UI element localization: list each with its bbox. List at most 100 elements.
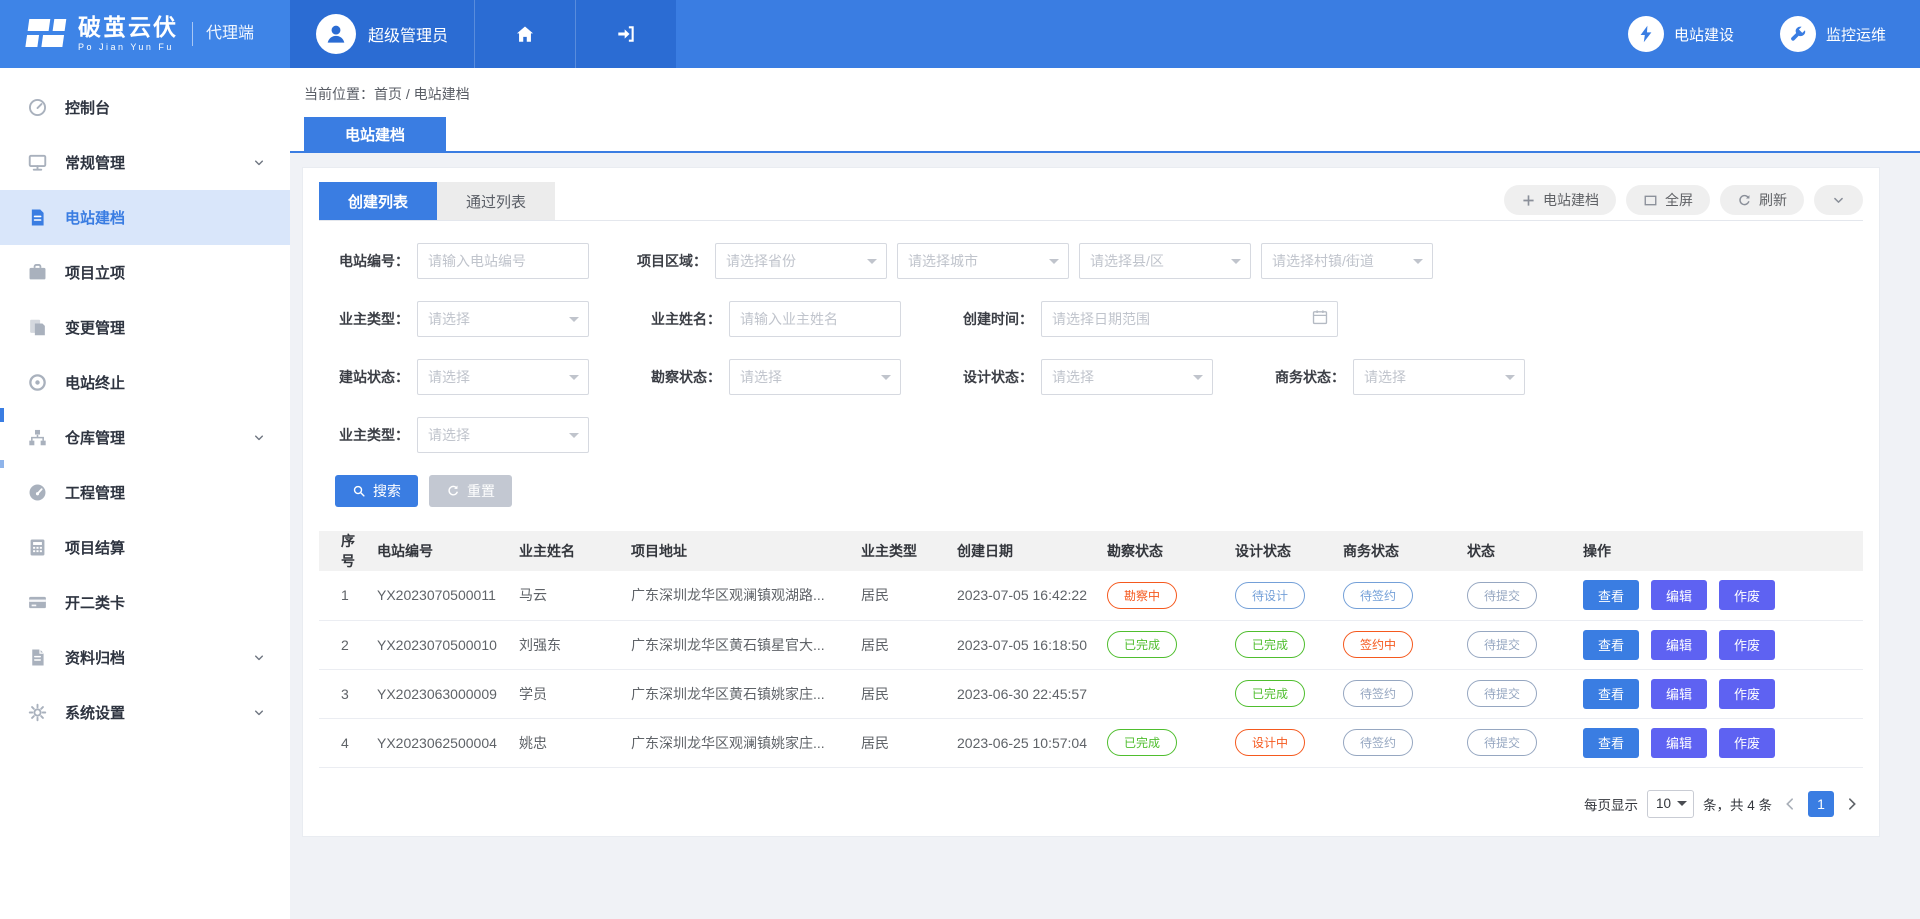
user-avatar-icon — [316, 14, 356, 54]
create-station-button[interactable]: 电站建档 — [1504, 185, 1616, 215]
per-page-select[interactable]: 10 — [1647, 790, 1694, 818]
nav-station-construction[interactable]: 电站建设 — [1628, 16, 1734, 52]
cell-address: 广东深圳龙华区观澜镇姚家庄... — [625, 718, 855, 767]
sidebar-item-data-archive[interactable]: 资料归档 — [0, 630, 290, 685]
prev-page-button[interactable] — [1781, 795, 1799, 813]
edit-button[interactable]: 编辑 — [1651, 679, 1707, 709]
view-button[interactable]: 查看 — [1583, 728, 1639, 758]
region-town-select[interactable]: 请选择村镇/街道 — [1261, 243, 1433, 279]
void-button[interactable]: 作废 — [1719, 580, 1775, 610]
sidebar-item-project-settlement[interactable]: 项目结算 — [0, 520, 290, 575]
column-header: 操作 — [1577, 531, 1863, 571]
region-county-select[interactable]: 请选择县/区 — [1079, 243, 1251, 279]
sidebar-item-engineering-management[interactable]: 工程管理 — [0, 465, 290, 520]
tab-create-list[interactable]: 创建列表 — [319, 182, 437, 220]
owner-type-select[interactable]: 请选择 — [417, 301, 589, 337]
wrench-icon — [1780, 16, 1816, 52]
view-button[interactable]: 查看 — [1583, 679, 1639, 709]
view-button[interactable]: 查看 — [1583, 580, 1639, 610]
target-icon — [27, 372, 48, 393]
sidebar-item-station-archive[interactable]: 电站建档 — [0, 190, 290, 245]
filter-row: 建站状态：请选择勘察状态：请选择设计状态：请选择商务状态：请选择 — [319, 359, 1863, 395]
owner-type-2-select[interactable]: 请选择 — [417, 417, 589, 453]
gear-icon — [27, 702, 48, 723]
view-button[interactable]: 查看 — [1583, 630, 1639, 660]
breadcrumb-home-link[interactable]: 首页 — [374, 86, 402, 102]
station-code-input[interactable] — [417, 243, 589, 279]
fullscreen-button[interactable]: 全屏 — [1626, 185, 1710, 215]
column-header: 业主姓名 — [513, 531, 625, 571]
logout-button[interactable] — [575, 0, 676, 68]
void-button[interactable]: 作废 — [1719, 630, 1775, 660]
page-tab-station-archive[interactable]: 电站建档 — [304, 117, 446, 151]
sidebar-item-change-management[interactable]: 变更管理 — [0, 300, 290, 355]
status-badge: 待签约 — [1343, 680, 1413, 707]
sidebar-item-project-initiation[interactable]: 项目立项 — [0, 245, 290, 300]
breadcrumb-current: 电站建档 — [414, 86, 470, 102]
void-button[interactable]: 作废 — [1719, 679, 1775, 709]
table-row: 1YX2023070500011马云广东深圳龙华区观澜镇观湖路...居民2023… — [319, 571, 1863, 620]
status-badge: 待签约 — [1343, 582, 1413, 609]
sidebar-item-console[interactable]: 控制台 — [0, 80, 290, 135]
region-city-select[interactable]: 请选择城市 — [897, 243, 1069, 279]
edit-button[interactable]: 编辑 — [1651, 728, 1707, 758]
sidebar-item-warehouse-management[interactable]: 仓库管理 — [0, 410, 290, 465]
edit-button[interactable]: 编辑 — [1651, 630, 1707, 660]
current-user[interactable]: 超级管理员 — [290, 0, 474, 68]
filter-row: 业主类型：请选择业主姓名：创建时间：请选择日期范围 — [319, 301, 1863, 337]
reset-button[interactable]: 重置 — [429, 475, 512, 507]
sidebar-item-second-class-card[interactable]: 开二类卡 — [0, 575, 290, 630]
filter-group-survey-status: 勘察状态：请选择 — [631, 359, 901, 395]
filter-label-region-province: 项目区域： — [617, 251, 707, 271]
cell-business-status: 待签约 — [1337, 571, 1461, 620]
cell-owner-type: 居民 — [855, 620, 951, 669]
filter-group-region-town: 请选择村镇/街道 — [1261, 243, 1433, 279]
collapse-button[interactable] — [1814, 185, 1863, 215]
build-status-select[interactable]: 请选择 — [417, 359, 589, 395]
cell-business-status: 签约中 — [1337, 620, 1461, 669]
cell-business-status: 待签约 — [1337, 669, 1461, 718]
cell-design-status: 设计中 — [1229, 718, 1337, 767]
survey-status-select[interactable]: 请选择 — [729, 359, 901, 395]
card-icon — [27, 592, 48, 613]
monitor-icon — [27, 152, 48, 173]
cell-survey-status — [1101, 669, 1229, 718]
refresh-button[interactable]: 刷新 — [1720, 185, 1804, 215]
page-number[interactable]: 1 — [1808, 791, 1834, 817]
filter-label-design-status: 设计状态： — [943, 367, 1033, 387]
home-button[interactable] — [474, 0, 575, 68]
design-status-select[interactable]: 请选择 — [1041, 359, 1213, 395]
sidebar-item-station-termination[interactable]: 电站终止 — [0, 355, 290, 410]
business-status-select[interactable]: 请选择 — [1353, 359, 1525, 395]
cell-survey-status: 已完成 — [1101, 718, 1229, 767]
tab-passed-list[interactable]: 通过列表 — [437, 182, 555, 220]
column-header: 设计状态 — [1229, 531, 1337, 571]
sidebar-item-general-management[interactable]: 常规管理 — [0, 135, 290, 190]
void-button[interactable]: 作废 — [1719, 728, 1775, 758]
cell-status: 待提交 — [1461, 669, 1577, 718]
next-page-button[interactable] — [1843, 795, 1861, 813]
cell-index: 1 — [319, 571, 371, 620]
status-badge: 已完成 — [1107, 631, 1177, 658]
column-header: 项目地址 — [625, 531, 855, 571]
edit-button[interactable]: 编辑 — [1651, 580, 1707, 610]
column-header: 勘察状态 — [1101, 531, 1229, 571]
calendar-icon — [1311, 308, 1329, 326]
table-header-row: 序号电站编号业主姓名项目地址业主类型创建日期勘察状态设计状态商务状态状态操作 — [319, 531, 1863, 571]
header-nav-right: 电站建设 监控运维 — [1628, 0, 1920, 68]
column-header: 业主类型 — [855, 531, 951, 571]
home-icon — [514, 23, 536, 45]
search-button[interactable]: 搜索 — [335, 475, 418, 507]
brand-text: 破茧云伏 Po Jian Yun Fu — [78, 16, 178, 52]
calculator-icon — [27, 537, 48, 558]
file-icon — [27, 647, 48, 668]
sidebar-item-system-settings[interactable]: 系统设置 — [0, 685, 290, 740]
chevron-down-icon — [1831, 193, 1846, 208]
filter-group-owner-type: 业主类型：请选择 — [319, 301, 589, 337]
refresh-icon — [1737, 193, 1752, 208]
create-time-input[interactable]: 请选择日期范围 — [1041, 301, 1338, 337]
nav-monitoring-ops[interactable]: 监控运维 — [1780, 16, 1886, 52]
region-province-select[interactable]: 请选择省份 — [715, 243, 887, 279]
filter-row: 电站编号：项目区域：请选择省份请选择城市请选择县/区请选择村镇/街道 — [319, 243, 1863, 279]
owner-name-input[interactable] — [729, 301, 901, 337]
